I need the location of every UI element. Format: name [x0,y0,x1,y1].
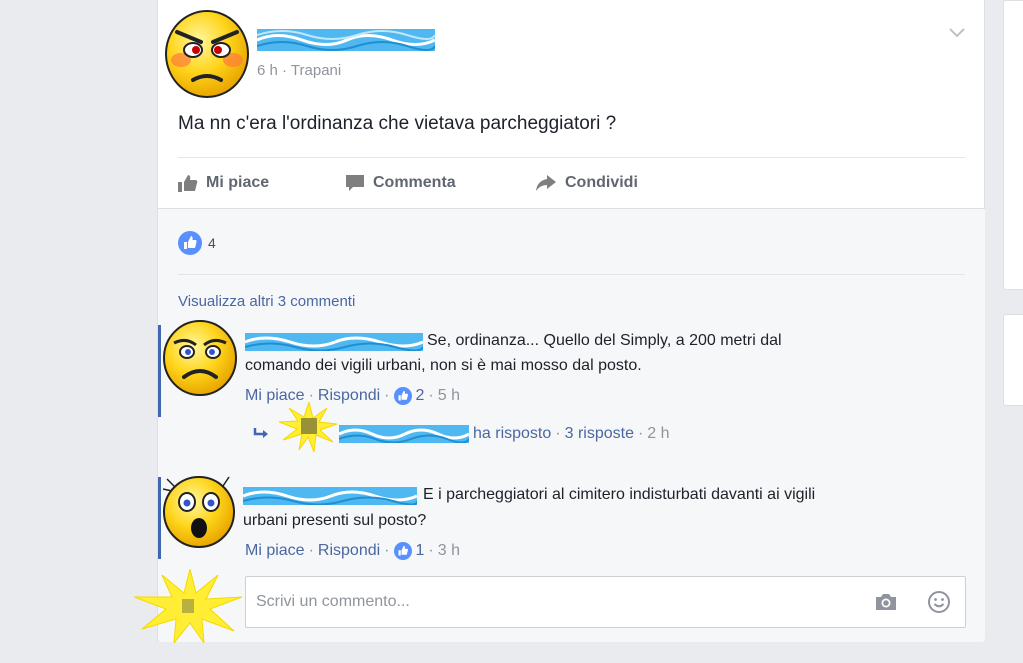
reply-name-redacted [339,425,469,443]
reply-count[interactable]: 3 risposte [565,425,634,443]
like-label: Mi piace [206,174,270,191]
side-card [1003,314,1023,406]
comments-section: 4 Visualizza altri 3 commenti Se, ordina… [134,208,985,643]
comment-icon [346,175,364,191]
share-button[interactable]: Condividi [535,170,638,196]
like-badge-icon [178,231,202,255]
separator: · [428,542,434,559]
separator: · [428,387,434,404]
comment-label: Commenta [373,174,456,191]
like-badge-icon[interactable] [393,542,412,560]
view-more-comments-link[interactable]: Visualizza altri 3 commenti [178,293,355,310]
comment-input[interactable]: Scrivi un commento... [256,593,410,611]
author-avatar[interactable] [163,8,251,100]
commenter-name-redacted[interactable] [243,487,417,505]
smiley-icon[interactable] [927,590,951,614]
reaction-summary[interactable]: 4 [178,231,216,255]
like-button[interactable]: Mi piace [178,170,269,196]
comment-actions: Mi piace · Rispondi · 1 · 3 h [245,542,460,560]
share-label: Condividi [565,174,638,191]
separator: · [384,387,390,404]
comment-button[interactable]: Commenta [345,170,456,196]
commenter-name-redacted[interactable] [245,333,423,351]
commenter-avatar[interactable] [162,319,238,397]
separator: · [308,542,314,559]
separator: · [555,425,561,442]
reply-summary-text[interactable]: ha risposto [473,425,551,443]
comment-text: Se, ordinanza... Quello del Simply, a 20… [427,332,782,349]
chevron-down-icon[interactable] [947,26,967,40]
reply-avatar [279,402,338,452]
camera-icon[interactable] [875,593,897,611]
side-card [1003,0,1023,290]
comment-actions: Mi piace · Rispondi · 2 · 5 h [245,387,460,405]
separator: · [384,542,390,559]
comment-like-count[interactable]: 2 [416,387,425,405]
post-text: Ma nn c'era l'ordinanza che vietava parc… [178,113,617,134]
comment-time[interactable]: 3 h [438,542,460,560]
commenter-avatar[interactable] [161,471,237,549]
comment-composer[interactable]: Scrivi un commento... [245,576,966,628]
comment-reply-link[interactable]: Rispondi [318,542,380,560]
comment-text: E i parcheggiatori al cimitero indisturb… [423,486,816,503]
share-arrow-icon [536,175,556,191]
comment-like-link[interactable]: Mi piace [245,542,305,560]
replies-summary[interactable]: ha risposto · 3 risposte · 2 h [253,402,670,452]
comment-like-count[interactable]: 1 [416,542,425,560]
comment-time[interactable]: 5 h [438,387,460,405]
author-name-redacted[interactable] [257,29,435,51]
like-badge-icon[interactable] [393,387,412,405]
comment-text: comando dei vigili urbani, non si è mai … [245,357,642,374]
reply-arrow-icon [253,428,268,438]
thumbs-up-icon [178,175,198,192]
current-user-avatar [134,569,243,643]
post-card: 6 h · Trapani Ma nn c'era l'ordinanza ch… [134,0,985,643]
reply-time[interactable]: 2 h [647,425,669,443]
comment-text: urbani presenti sul posto? [243,512,427,529]
post-meta[interactable]: 6 h · Trapani [257,62,341,79]
divider [178,157,965,158]
thread-indicator [158,325,161,417]
reaction-count: 4 [208,235,216,251]
divider [178,274,965,275]
page: 6 h · Trapani Ma nn c'era l'ordinanza ch… [0,0,1023,663]
separator: · [637,425,644,442]
